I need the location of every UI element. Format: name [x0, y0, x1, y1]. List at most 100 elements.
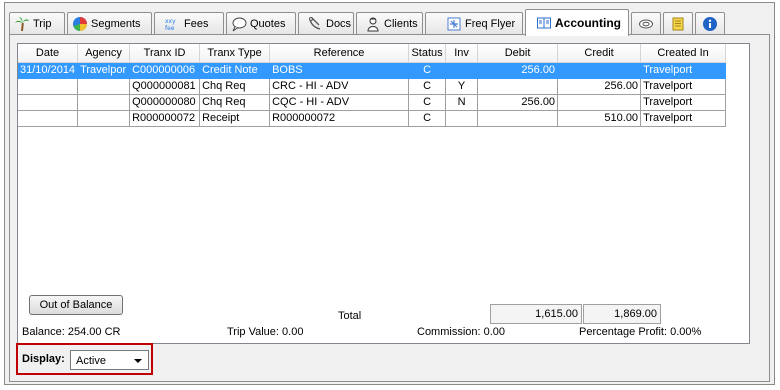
column-header-agency[interactable]: Agency	[77, 44, 131, 63]
cell-status: C	[408, 78, 447, 95]
column-header-date[interactable]: Date	[18, 44, 79, 63]
tab-fees-label: Fees	[184, 17, 209, 30]
cell-credit	[557, 94, 642, 111]
cell-inv: Y	[445, 78, 479, 95]
cell-status: C	[408, 110, 447, 127]
cell-debit: 256.00	[477, 94, 559, 111]
cell-credit: 256.00	[557, 78, 642, 95]
tab-fees[interactable]: xxy fee Fees	[154, 12, 224, 34]
column-header-debit[interactable]: Debit	[477, 44, 559, 63]
percentage-profit-text: Percentage Profit: 0.00%	[579, 326, 702, 338]
tab-segments-label: Segments	[91, 17, 141, 30]
tab-freq-flyer-label: Freq Flyer	[465, 17, 516, 30]
column-header-inv[interactable]: Inv	[445, 44, 479, 63]
cell-reference: R000000072	[269, 110, 410, 127]
cell-status: C	[408, 94, 447, 111]
tab-bar: Trip Segments xxy fee Fees Quotes Docs C…	[9, 9, 769, 36]
transactions-grid: Date Agency Tranx ID Tranx Type Referenc…	[17, 43, 750, 344]
column-header-reference[interactable]: Reference	[269, 44, 410, 63]
tab-notes[interactable]	[663, 12, 693, 34]
table-row[interactable]: 31/10/2014 Travelpor C000000006 Credit N…	[18, 62, 727, 79]
balance-text: Balance: 254.00 CR	[22, 326, 121, 338]
tab-quotes[interactable]: Quotes	[226, 12, 296, 34]
clients-icon	[365, 16, 381, 32]
column-header-created-in[interactable]: Created In	[640, 44, 727, 63]
cell-tranx-type: Chq Req	[199, 78, 271, 95]
ticket-icon	[638, 16, 654, 32]
cell-date	[18, 110, 79, 127]
column-header-tranx-id[interactable]: Tranx ID	[129, 44, 201, 63]
cell-tranx-id: Q000000081	[129, 78, 201, 95]
cell-date: 31/10/2014	[18, 62, 79, 79]
table-row[interactable]: Q000000080 Chq Req CQC - HI - ADV C N 25…	[18, 94, 727, 111]
cell-tranx-id: C000000006	[129, 62, 201, 79]
segments-pie-icon	[72, 16, 88, 32]
tab-clients-label: Clients	[384, 17, 418, 30]
cell-date	[18, 94, 79, 111]
accounting-window: Trip Segments xxy fee Fees Quotes Docs C…	[4, 2, 775, 385]
cell-created-in: Travelport	[640, 94, 727, 111]
svg-text:xxy: xxy	[165, 18, 176, 25]
cell-inv	[445, 62, 479, 79]
notepad-icon	[670, 16, 686, 32]
svg-text:fee: fee	[165, 25, 175, 32]
cell-tranx-id: Q000000080	[129, 94, 201, 111]
cell-date	[18, 78, 79, 95]
column-header-credit[interactable]: Credit	[557, 44, 642, 63]
tab-accounting[interactable]: Accounting	[525, 9, 629, 36]
display-label: Display:	[22, 353, 65, 365]
cell-created-in: Travelport	[640, 78, 727, 95]
tab-tickets[interactable]	[631, 12, 661, 34]
tab-trip[interactable]: Trip	[9, 12, 65, 34]
palm-tree-icon	[14, 16, 30, 32]
transactions-table: Date Agency Tranx ID Tranx Type Referenc…	[18, 44, 727, 127]
tab-info[interactable]	[695, 12, 725, 34]
tab-quotes-label: Quotes	[250, 17, 286, 30]
tab-clients[interactable]: Clients	[356, 12, 423, 34]
docs-icon	[307, 16, 323, 32]
table-row[interactable]: Q000000081 Chq Req CRC - HI - ADV C Y 25…	[18, 78, 727, 95]
cell-tranx-type: Credit Note	[199, 62, 271, 79]
cell-agency: Travelpor	[77, 62, 131, 79]
commission-text: Commission: 0.00	[417, 326, 506, 338]
cell-tranx-type: Chq Req	[199, 94, 271, 111]
cell-tranx-id: R000000072	[129, 110, 201, 127]
total-debit: 1,615.00	[490, 304, 582, 324]
frequent-flyer-icon	[446, 16, 462, 32]
cell-inv	[445, 110, 479, 127]
cell-debit	[477, 110, 559, 127]
cell-created-in: Travelport	[640, 110, 727, 127]
tab-freq-flyer[interactable]: Freq Flyer	[425, 12, 523, 34]
cell-created-in: Travelport	[640, 62, 727, 79]
tab-trip-label: Trip	[33, 17, 52, 30]
cell-reference: BOBS	[269, 62, 410, 79]
speech-bubble-icon	[231, 16, 247, 32]
cell-credit	[557, 62, 642, 79]
display-filter-group: Display: Active	[16, 343, 153, 375]
total-credit: 1,869.00	[583, 304, 661, 324]
info-icon	[702, 16, 718, 32]
tab-docs[interactable]: Docs	[298, 12, 354, 34]
accounting-icon	[536, 15, 552, 31]
tab-accounting-label: Accounting	[555, 16, 621, 30]
tab-docs-label: Docs	[326, 17, 352, 30]
out-of-balance-button[interactable]: Out of Balance	[29, 295, 123, 315]
cell-agency	[77, 94, 131, 111]
table-row[interactable]: R000000072 Receipt R000000072 C 510.00 T…	[18, 110, 727, 127]
cell-agency	[77, 110, 131, 127]
cell-debit	[477, 78, 559, 95]
cell-reference: CQC - HI - ADV	[269, 94, 410, 111]
display-dropdown[interactable]: Active	[70, 350, 149, 370]
cell-inv: N	[445, 94, 479, 111]
cell-agency	[77, 78, 131, 95]
chevron-down-icon	[134, 359, 142, 363]
cell-reference: CRC - HI - ADV	[269, 78, 410, 95]
display-dropdown-value: Active	[76, 355, 106, 367]
cell-status: C	[408, 62, 447, 79]
fees-icon: xxy fee	[165, 16, 181, 32]
column-header-status[interactable]: Status	[408, 44, 447, 63]
total-label: Total	[338, 310, 362, 322]
tab-segments[interactable]: Segments	[67, 12, 152, 34]
column-header-tranx-type[interactable]: Tranx Type	[199, 44, 271, 63]
cell-credit: 510.00	[557, 110, 642, 127]
